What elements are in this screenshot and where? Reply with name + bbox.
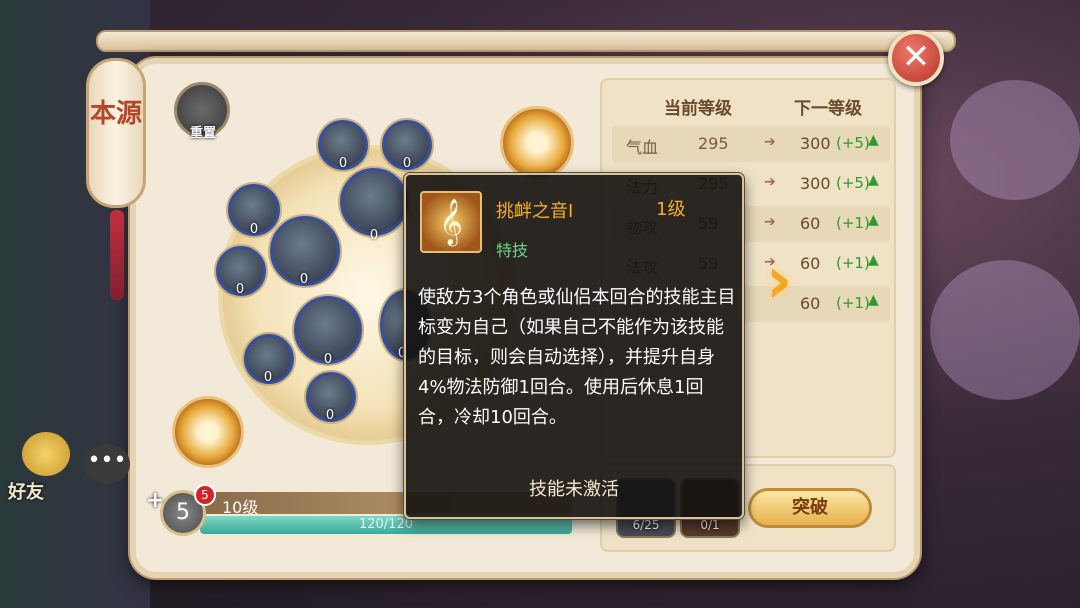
arrow-right-icon: ➔ — [764, 174, 776, 190]
stat-next: 300 — [800, 174, 831, 193]
arrow-up-icon: ▲ — [868, 212, 879, 228]
stat-current: 295 — [698, 134, 729, 153]
reset-label: 重置 — [189, 126, 216, 141]
friends-avatar[interactable] — [22, 432, 70, 476]
arrow-right-icon: ➔ — [764, 134, 776, 150]
level-label: 10级 — [222, 498, 259, 517]
skill-node-count: 0 — [249, 222, 259, 237]
skill-status: 技能未激活 — [529, 479, 619, 500]
friends-label[interactable]: 好友 — [8, 478, 44, 504]
close-button[interactable]: ✕ — [888, 30, 944, 86]
stat-delta: (+1) — [836, 214, 870, 232]
stat-delta: (+1) — [836, 294, 870, 312]
skill-tooltip: 𝄞 挑衅之音I 1级 特技 使敌方3个角色或仙侣本回合的技能主目标变为自己（如果… — [404, 173, 744, 519]
exp-text: 120/120 — [358, 517, 413, 532]
stat-delta: (+1) — [836, 254, 870, 272]
stat-next: 300 — [800, 134, 831, 153]
arrow-right-icon: ➔ — [764, 214, 776, 230]
stat-delta: (+5) — [836, 134, 870, 152]
window-top-bar — [96, 30, 956, 52]
skill-node-count: 0 — [325, 408, 335, 423]
skill-node-count: 0 — [323, 352, 333, 367]
element-orb-left[interactable] — [172, 396, 244, 468]
skill-points-value: 5 — [176, 500, 190, 525]
page-title: 本源 — [89, 99, 142, 129]
skill-level: 1级 — [656, 199, 686, 220]
next-level-header: 下一等级 — [794, 99, 862, 119]
notification-badge: 5 — [194, 484, 216, 506]
stat-row: 气血 295 ➔ 300 (+5) ▲ — [612, 126, 890, 162]
skill-node-count: 0 — [263, 370, 273, 385]
material-count: 6/25 — [632, 518, 660, 532]
skill-name: 挑衅之音I — [496, 201, 574, 222]
skill-node-count: 0 — [338, 156, 348, 171]
lantern-tassel — [110, 210, 124, 300]
stat-delta: (+5) — [836, 174, 870, 192]
element-orb-top[interactable] — [500, 106, 574, 180]
arrow-up-icon: ▲ — [868, 252, 879, 268]
breakthrough-button[interactable]: 突破 — [748, 488, 872, 528]
skill-node-count: 0 — [235, 282, 245, 297]
arrow-up-icon: ▲ — [868, 132, 879, 148]
skill-node-count: 0 — [299, 272, 309, 287]
skill-description: 使敌方3个角色或仙侣本回合的技能主目标变为自己（如果自己不能作为该技能的目标，则… — [418, 287, 736, 428]
chat-icon[interactable]: ••• — [84, 444, 130, 484]
lantern-title: 本源 — [86, 58, 146, 208]
skill-node-count: 0 — [402, 156, 412, 171]
skill-type: 特技 — [496, 241, 529, 260]
plus-icon: + — [146, 488, 165, 513]
blossom-tree — [930, 260, 1080, 400]
treble-clef-icon: 𝄞 — [420, 191, 482, 253]
blossom-tree — [950, 80, 1080, 200]
stat-next: 60 — [800, 214, 821, 233]
current-level-header: 当前等级 — [664, 99, 732, 119]
arrow-up-icon: ▲ — [868, 292, 879, 308]
stat-name: 气血 — [626, 138, 659, 157]
chevron-right-icon[interactable]: › — [766, 246, 806, 316]
arrow-up-icon: ▲ — [868, 172, 879, 188]
skill-node-selected[interactable] — [340, 168, 408, 236]
skill-node-count: 0 — [369, 228, 379, 243]
close-icon: ✕ — [901, 37, 931, 77]
material-count: 0/1 — [700, 518, 720, 532]
